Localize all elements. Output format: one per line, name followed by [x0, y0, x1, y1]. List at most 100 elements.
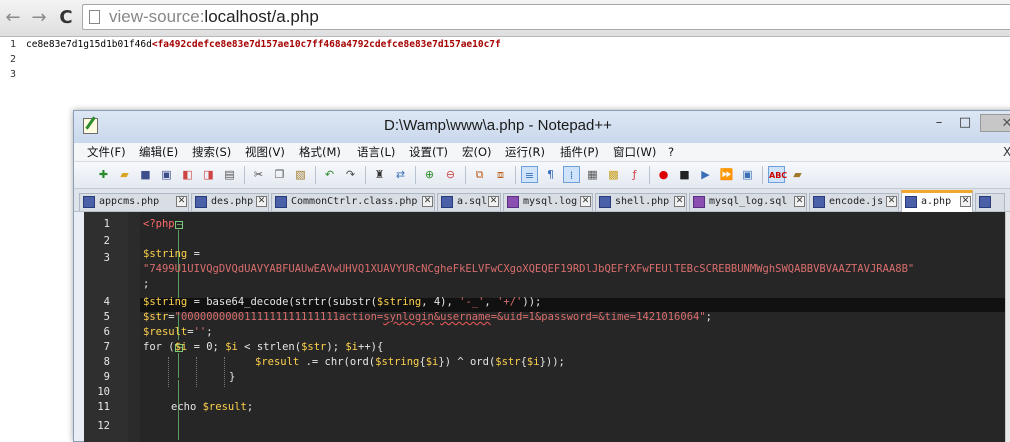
- code-token: $string: [375, 356, 420, 368]
- plugin-icon[interactable]: ▰: [789, 166, 806, 183]
- tab-label: mysql_log.sql: [709, 196, 788, 207]
- file-save-icon: [195, 196, 207, 208]
- source-line-number: 1: [9, 39, 16, 50]
- show-all-chars-icon[interactable]: ¶: [542, 166, 559, 183]
- code-token: =: [187, 248, 200, 260]
- document-map-icon[interactable]: ▩: [605, 166, 622, 183]
- maximize-button[interactable]: □: [952, 114, 978, 132]
- new-file-icon[interactable]: ✚: [95, 166, 112, 183]
- reload-icon: C: [59, 7, 73, 28]
- code-token: $str: [301, 341, 327, 353]
- line-number: 3: [103, 252, 110, 264]
- cut-icon[interactable]: ✂: [250, 166, 267, 183]
- menu-run[interactable]: 运行(R): [505, 144, 545, 160]
- menu-plugins[interactable]: 插件(P): [560, 144, 599, 160]
- page-icon: [89, 10, 100, 24]
- save-macro-icon[interactable]: ▣: [739, 166, 756, 183]
- close-all-icon[interactable]: ◨: [200, 166, 217, 183]
- address-bar[interactable]: view-source:localhost/a.php: [82, 4, 1010, 30]
- find-icon[interactable]: ♜: [371, 166, 388, 183]
- tab-label: encode.js: [829, 196, 884, 207]
- tab-mysql-log[interactable]: mysql.log ✕: [503, 193, 593, 211]
- tab-a-php[interactable]: a.php ✕: [901, 190, 973, 212]
- tab-close-icon[interactable]: ✕: [256, 196, 267, 207]
- code-editor[interactable]: 1 2 3 4 5 6 7 8 9 10 11 12 − − <?php $st…: [84, 212, 1010, 442]
- code-token: "0000000000111111111111111action=: [174, 311, 384, 323]
- reload-button[interactable]: C: [55, 7, 77, 29]
- code-token: ));: [522, 296, 542, 308]
- spell-check-icon[interactable]: ABC: [768, 166, 787, 183]
- menu-macro[interactable]: 宏(O): [462, 144, 492, 160]
- menu-file[interactable]: 文件(F): [87, 144, 126, 160]
- back-button[interactable]: ←: [2, 7, 24, 29]
- tab-close-icon[interactable]: ✕: [794, 196, 805, 207]
- vertical-scrollbar[interactable]: ▲: [1005, 212, 1010, 442]
- tab-a-sql[interactable]: a.sql ✕: [437, 193, 501, 211]
- tab-shell[interactable]: shell.php ✕: [595, 193, 687, 211]
- run-macro-multiple-icon[interactable]: ⏩: [718, 166, 735, 183]
- menu-settings[interactable]: 设置(T): [409, 144, 448, 160]
- tab-mysql-log-sql[interactable]: mysql_log.sql ✕: [689, 193, 807, 211]
- close-button[interactable]: ✕: [980, 114, 1010, 132]
- forward-button[interactable]: →: [28, 7, 50, 29]
- word-wrap-icon[interactable]: ≡: [521, 166, 538, 183]
- menu-edit[interactable]: 编辑(E): [139, 144, 178, 160]
- copy-icon[interactable]: ❐: [271, 166, 288, 183]
- zoom-in-icon[interactable]: ⊕: [421, 166, 438, 183]
- menu-help[interactable]: ?: [668, 144, 674, 160]
- sync-vertical-icon[interactable]: ⧉: [471, 166, 488, 183]
- tab-close-icon[interactable]: ✕: [674, 196, 685, 207]
- menu-language[interactable]: 语言(L): [357, 144, 395, 160]
- code-token: synlogin: [383, 311, 434, 323]
- tab-close-icon[interactable]: ✕: [176, 196, 187, 207]
- menu-view[interactable]: 视图(V): [245, 144, 285, 160]
- tab-close-icon[interactable]: ✕: [886, 196, 897, 207]
- user-language-icon[interactable]: ▦: [584, 166, 601, 183]
- save-icon[interactable]: ■: [137, 166, 154, 183]
- code-token: $i: [425, 356, 439, 368]
- menu-format[interactable]: 格式(M): [299, 144, 341, 160]
- tab-appcms[interactable]: appcms.php ✕: [79, 193, 189, 211]
- notepad-app-icon[interactable]: [83, 118, 98, 134]
- tab-close-icon[interactable]: ✕: [960, 196, 971, 207]
- menu-window[interactable]: 窗口(W): [613, 144, 656, 160]
- menu-close-icon[interactable]: X: [1003, 144, 1010, 160]
- save-all-icon[interactable]: ▣: [158, 166, 175, 183]
- redo-icon[interactable]: ↷: [342, 166, 359, 183]
- menu-search[interactable]: 搜索(S): [192, 144, 231, 160]
- tab-close-icon[interactable]: ✕: [580, 196, 591, 207]
- fold-guide: [178, 230, 179, 340]
- tab-bar: appcms.php ✕ des.php ✕ CommonCtrlr.class…: [74, 189, 1010, 212]
- code-token: for (: [143, 341, 175, 353]
- stop-macro-icon[interactable]: ■: [676, 166, 693, 183]
- toolbar-separator: [244, 166, 245, 184]
- record-macro-icon[interactable]: ●: [655, 166, 672, 183]
- undo-icon[interactable]: ↶: [321, 166, 338, 183]
- tab-overflow[interactable]: [975, 193, 1005, 211]
- function-list-icon[interactable]: ƒ: [626, 166, 643, 183]
- paste-icon[interactable]: ▧: [292, 166, 309, 183]
- tab-des[interactable]: des.php ✕: [191, 193, 269, 211]
- code-line-7: for ($i = 0; $i < strlen($str); $i++){: [143, 341, 383, 353]
- indent-guide: [168, 357, 169, 387]
- code-token: <?php: [143, 218, 175, 230]
- tab-commonctrlr[interactable]: CommonCtrlr.class.php ✕: [271, 193, 435, 211]
- line-number: 4: [103, 296, 110, 308]
- close-file-icon[interactable]: ◧: [179, 166, 196, 183]
- zoom-out-icon[interactable]: ⊖: [442, 166, 459, 183]
- tab-label: shell.php: [615, 196, 670, 207]
- minimize-button[interactable]: –: [926, 114, 952, 132]
- code-token: = 0;: [187, 341, 226, 353]
- play-macro-icon[interactable]: ▶: [697, 166, 714, 183]
- fold-toggle-icon[interactable]: −: [175, 221, 183, 229]
- replace-icon[interactable]: ⇄: [392, 166, 409, 183]
- sync-horizontal-icon[interactable]: ⧈: [492, 166, 509, 183]
- tab-close-icon[interactable]: ✕: [422, 196, 433, 207]
- code-token: '+/': [497, 296, 523, 308]
- print-icon[interactable]: ▤: [221, 166, 238, 183]
- tab-close-icon[interactable]: ✕: [488, 196, 499, 207]
- indent-guide-icon[interactable]: ⁞: [563, 166, 580, 183]
- url-text[interactable]: view-source:localhost/a.php: [109, 7, 319, 27]
- tab-encode[interactable]: encode.js ✕: [809, 193, 899, 211]
- open-folder-icon[interactable]: ▰: [116, 166, 133, 183]
